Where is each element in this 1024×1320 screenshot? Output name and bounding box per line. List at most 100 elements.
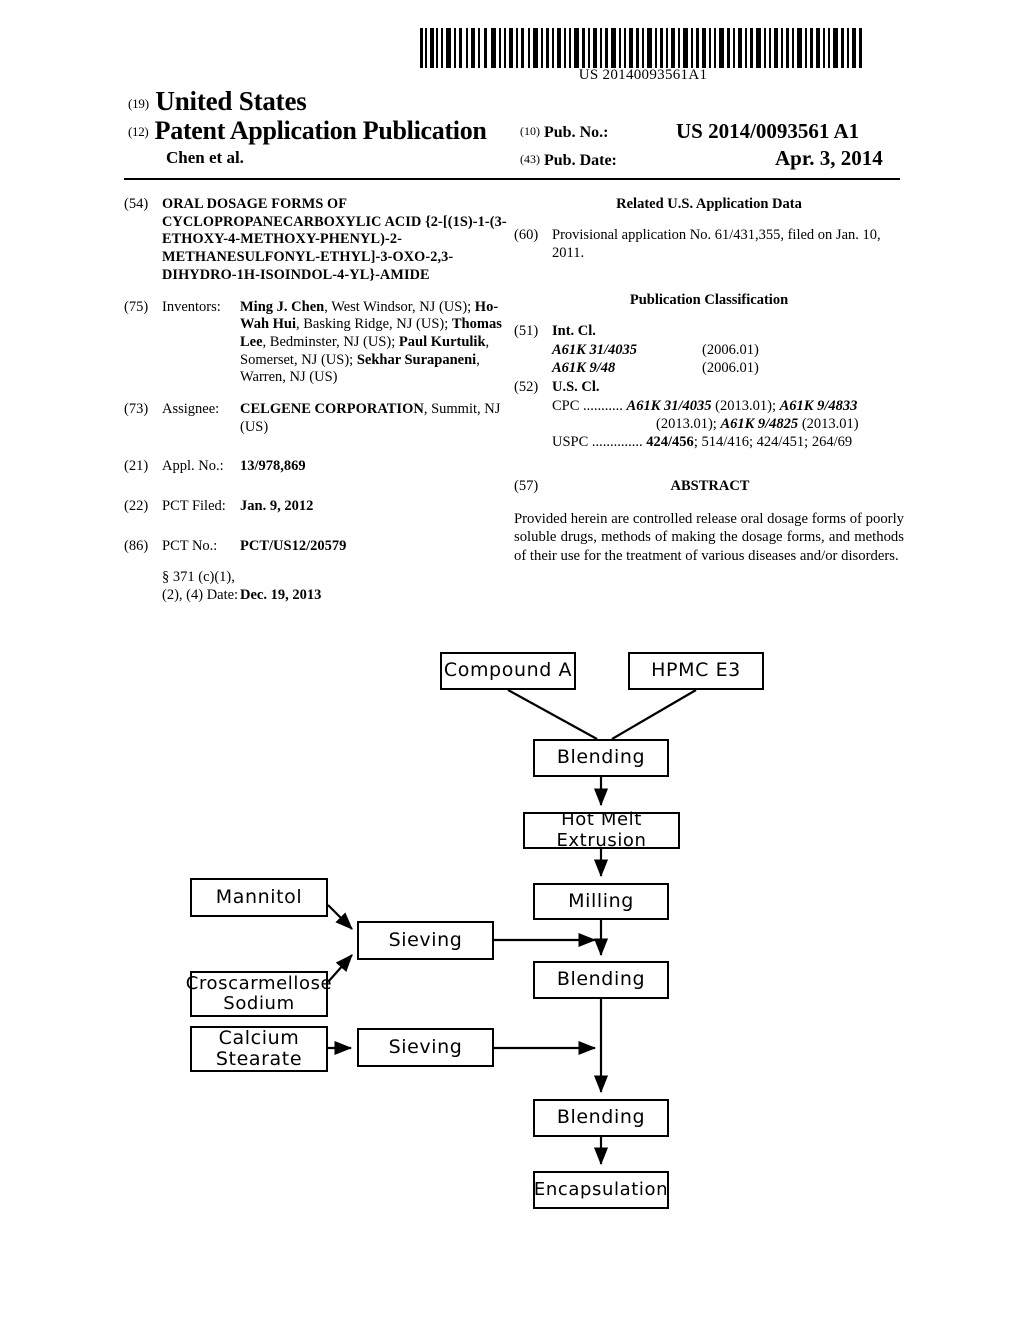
barcode-graphic (420, 28, 862, 68)
cpc-dots: ........... (583, 398, 623, 414)
pct-filed-code: (22) (124, 498, 149, 515)
pub-date-code: (43) (520, 152, 540, 166)
cpc-label: CPC (552, 398, 580, 414)
flow-node-blending-3: Blending (533, 1099, 669, 1137)
inventor-location: , Basking Ridge, NJ (US); (296, 316, 449, 333)
inventor-name: Paul Kurtulik (398, 333, 486, 350)
title-field: (54) ORAL DOSAGE FORMS OF CYCLOPROPANECA… (124, 196, 514, 285)
int-cl-label: Int. Cl. (552, 323, 596, 340)
us-cl-code: (52) (514, 379, 539, 396)
barcode-number: US 20140093561A1 (578, 67, 708, 83)
inventors-field: (75) Inventors: Ming J. Chen, West Winds… (124, 299, 514, 387)
pub-date-label-group: (43) Pub. Date: (520, 152, 617, 170)
flow-node-label: HPMC E3 (651, 659, 741, 682)
doctype-name: Patent Application Publication (154, 116, 487, 145)
country-name: United States (155, 86, 307, 116)
assignee-name: CELGENE CORPORATION (240, 401, 424, 418)
int-cl-date-value: (2006.01) (702, 342, 759, 359)
flow-node-encapsulation: Encapsulation (533, 1171, 669, 1209)
classification-heading: Publication Classification (629, 292, 789, 309)
flow-node-milling: Milling (533, 883, 669, 920)
flow-node-hot-melt-extrusion: Hot Melt Extrusion (523, 809, 680, 851)
cpc-code-2: A61K 9/4833 (779, 398, 858, 414)
sec371-field: § 371 (c)(1), (2), (4) Date: Dec. 19, 20… (124, 569, 514, 605)
cpc-date-3: (2013.01) (798, 416, 859, 433)
flow-node-mannitol: Mannitol (190, 878, 328, 917)
assignee-code: (73) (124, 401, 149, 418)
flow-node-label: Blending (556, 1106, 646, 1129)
appl-no-value: 13/978,869 (240, 458, 306, 475)
int-cl-field: (51) Int. Cl. A61K 31/4035 (2006.01) A61… (514, 323, 904, 377)
inventors-label: Inventors: (162, 298, 221, 315)
inventor-location: , Bedminster, NJ (US); (262, 333, 399, 350)
inventor-location: , West Windsor, NJ (US); (324, 298, 472, 315)
pub-date-value: Apr. 3, 2014 (775, 146, 883, 170)
patent-front-page: US 20140093561A1 (19) United States (12)… (0, 0, 1024, 1320)
pub-no-value: US 2014/0093561 A1 (676, 119, 860, 143)
appl-no-field: (21) Appl. No.: 13/978,869 (124, 458, 514, 476)
flow-node-label: Blending (556, 968, 646, 991)
int-cl-block: Int. Cl. A61K 31/4035 (2006.01) A61K 9/4… (552, 323, 904, 377)
appl-no-code: (21) (124, 458, 149, 475)
inventors-code: (75) (124, 298, 149, 315)
assignee-value: CELGENE CORPORATION, Summit, NJ (US) (240, 401, 514, 436)
flow-node-blending-1: Blending (533, 739, 669, 777)
int-cl-entry: A61K 9/48 (2006.01) (552, 359, 904, 377)
doctype-code: (12) (128, 124, 149, 139)
left-column: (54) ORAL DOSAGE FORMS OF CYCLOPROPANECA… (124, 196, 514, 611)
abstract-heading: ABSTRACT (670, 478, 750, 495)
flow-node-label: Calcium Stearate (215, 1026, 303, 1070)
pub-no-label-group: (10) Pub. No.: (520, 124, 608, 142)
invention-title: ORAL DOSAGE FORMS OF CYCLOPROPANECARBOXY… (162, 196, 507, 283)
cpc-date-2: (2013.01); (656, 416, 721, 433)
pct-filed-label: PCT Filed: (162, 498, 226, 515)
inventors-list: Ming J. Chen, West Windsor, NJ (US); Ho-… (240, 299, 514, 387)
right-column: Related U.S. Application Data (60) Provi… (514, 196, 904, 566)
pct-no-code: (86) (124, 537, 149, 554)
pct-no-value: PCT/US12/20579 (240, 537, 347, 554)
uspc-secondary: ; 514/416; 424/451; 264/69 (693, 434, 853, 451)
cpc-code-1: A61K 31/4035 (626, 398, 712, 414)
country-heading: (19) United States (128, 86, 307, 117)
provisional-text: Provisional application No. 61/431,355, … (552, 227, 881, 261)
flow-node-label: Croscarmellose Sodium (185, 972, 333, 1014)
flow-node-calcium-stearate: Calcium Stearate (190, 1026, 328, 1072)
us-cl-label: U.S. Cl. (552, 379, 600, 396)
flow-node-label: Mannitol (215, 885, 303, 908)
cpc-code-3: A61K 9/4825 (720, 416, 799, 433)
uspc-primary: 424/456 (646, 434, 694, 451)
uspc-label: USPC (552, 434, 589, 451)
cpc-date-1: (2013.01); (711, 398, 780, 414)
flow-node-label: Hot Melt Extrusion (556, 809, 647, 851)
flow-node-croscarmellose-sodium: Croscarmellose Sodium (186, 971, 332, 1017)
pct-no-field: (86) PCT No.: PCT/US12/20579 (124, 538, 514, 556)
us-cl-field: (52) U.S. Cl. CPC ........... A61K 31/40… (514, 379, 904, 452)
sec371-value: Dec. 19, 2013 (240, 587, 322, 604)
flow-node-label: Compound A (443, 659, 573, 682)
flow-node-sieving-1: Sieving (357, 921, 494, 960)
pub-date-label: Pub. Date: (544, 152, 617, 169)
barcode (418, 28, 868, 68)
flow-node-hpmc-e3: HPMC E3 (628, 652, 764, 690)
inventor-name: Ming J. Chen (240, 298, 325, 315)
provisional-code: (60) (514, 227, 539, 243)
inventor-name: Sekhar Surapaneni (356, 351, 477, 368)
provisional-field: (60) Provisional application No. 61/431,… (514, 227, 904, 262)
doctype-heading: (12) Patent Application Publication (128, 116, 487, 146)
flow-node-blending-2: Blending (533, 961, 669, 999)
flow-node-compound-a: Compound A (440, 652, 576, 690)
int-cl-code: (51) (514, 323, 539, 340)
assignee-field: (73) Assignee: CELGENE CORPORATION, Summ… (124, 401, 514, 436)
uspc-dots: .............. (591, 434, 643, 451)
flow-node-label: Blending (556, 746, 646, 769)
pub-no-label: Pub. No.: (544, 124, 609, 141)
int-cl-code-value: A61K 9/48 (552, 360, 616, 377)
cpc-line-2: (2013.01); A61K 9/4825 (2013.01) (552, 415, 904, 433)
pct-filed-field: (22) PCT Filed: Jan. 9, 2012 (124, 498, 514, 516)
flow-node-sieving-2: Sieving (357, 1028, 494, 1067)
assignee-label: Assignee: (162, 401, 220, 418)
flow-node-label: Sieving (388, 1035, 463, 1058)
pub-no-code: (10) (520, 124, 540, 138)
int-cl-code-value: A61K 31/4035 (552, 342, 637, 359)
related-data-heading: Related U.S. Application Data (616, 196, 802, 212)
